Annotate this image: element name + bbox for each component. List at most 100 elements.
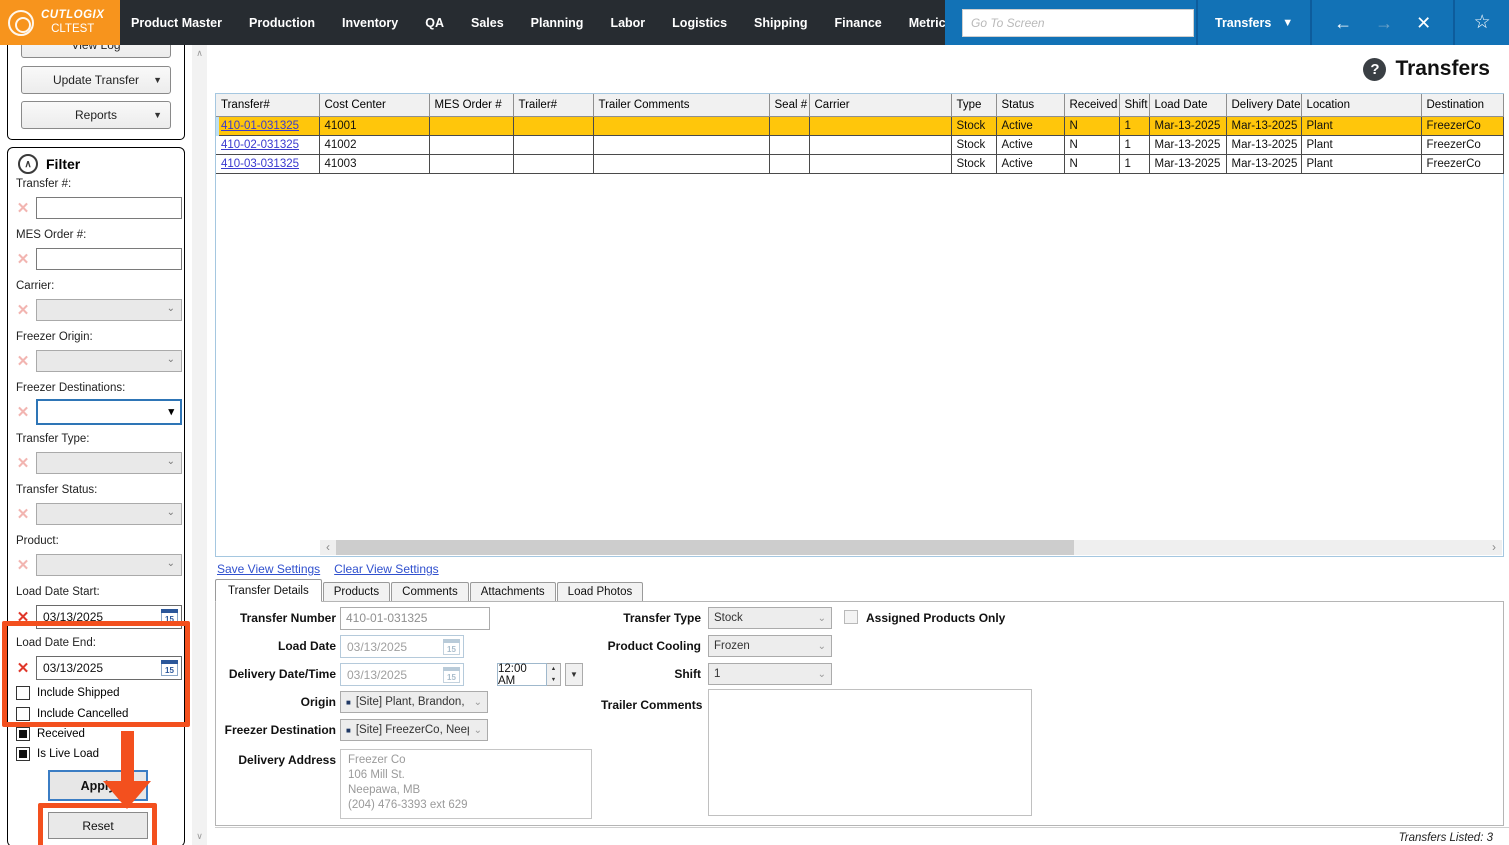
col-header[interactable]: Load Date <box>1148 94 1227 117</box>
col-header[interactable]: Seal # <box>768 94 810 117</box>
col-header[interactable]: Trailer Comments <box>592 94 770 117</box>
menu-finance[interactable]: Finance <box>835 16 882 30</box>
freezer-destination-dropdown[interactable]: ■ [Site] FreezerCo, Neep ⌄ <box>340 719 488 741</box>
time-dropdown-button[interactable]: ▼ <box>565 663 583 686</box>
received-checkbox[interactable] <box>16 727 30 741</box>
calendar-icon[interactable]: 15 <box>443 638 460 655</box>
product-cooling-dropdown[interactable]: Frozen ⌄ <box>708 635 832 657</box>
calendar-icon[interactable]: 15 <box>161 660 178 676</box>
delivery-time-field[interactable]: 12:00 AM <box>497 663 547 687</box>
update-transfer-button[interactable]: Update Transfer ▼ <box>21 66 171 94</box>
menu-logistics[interactable]: Logistics <box>672 16 727 30</box>
scroll-up-icon[interactable]: ∧ <box>192 48 207 59</box>
reset-button[interactable]: Reset <box>48 812 148 839</box>
table-row[interactable]: 410-03-031325 41003 Stock Active N 1 Mar… <box>216 153 1504 174</box>
transfer-link[interactable]: 410-03-031325 <box>221 158 299 170</box>
transfer-number-filter-input[interactable] <box>36 197 182 219</box>
view-log-button[interactable]: View Log <box>21 45 171 58</box>
clear-view-settings-link[interactable]: Clear View Settings <box>334 562 439 576</box>
load-date-start-input[interactable]: 03/13/2025 15 <box>36 605 182 629</box>
menu-production[interactable]: Production <box>249 16 315 30</box>
sidebar-scrollbar[interactable]: ∧ ∨ <box>192 45 207 845</box>
freezer-destinations-combobox[interactable]: ▾ <box>36 399 182 425</box>
menu-shipping[interactable]: Shipping <box>754 16 807 30</box>
screen-selector-dropdown[interactable]: Transfers ▼ <box>1198 0 1310 45</box>
delivery-date-field[interactable]: 03/13/2025 15 <box>340 663 464 686</box>
back-icon[interactable]: ← <box>1334 14 1352 32</box>
transfer-link[interactable]: 410-02-031325 <box>221 139 299 151</box>
collapse-icon[interactable]: ∧ <box>18 154 38 174</box>
col-header[interactable]: Cost Center <box>318 94 430 117</box>
clear-filter-icon[interactable]: ✕ <box>14 507 32 522</box>
table-row[interactable]: 410-02-031325 41002 Stock Active N 1 Mar… <box>216 134 1504 155</box>
table-row[interactable]: 410-01-031325 41001 Stock Active N 1 Mar… <box>216 115 1504 136</box>
product-filter-dropdown[interactable]: ⌄ <box>36 554 182 576</box>
col-header[interactable]: Received <box>1063 94 1120 117</box>
assigned-products-only-checkbox[interactable] <box>844 610 858 624</box>
clear-filter-icon[interactable]: ✕ <box>14 558 32 573</box>
spin-up-icon[interactable]: ▲ <box>547 664 560 675</box>
transfer-link[interactable]: 410-01-031325 <box>221 120 299 132</box>
apply-button[interactable]: Apply <box>48 770 148 801</box>
spin-down-icon[interactable]: ▼ <box>547 674 560 685</box>
include-cancelled-checkbox[interactable] <box>16 707 30 721</box>
transfer-status-filter-dropdown[interactable]: ⌄ <box>36 503 182 525</box>
horizontal-scrollbar[interactable]: ‹ › <box>320 540 1502 555</box>
save-view-settings-link[interactable]: Save View Settings <box>217 562 320 576</box>
menu-inventory[interactable]: Inventory <box>342 16 398 30</box>
col-header[interactable]: Transfer# <box>216 94 320 117</box>
calendar-icon[interactable]: 15 <box>161 609 178 625</box>
help-icon[interactable]: ? <box>1363 57 1387 81</box>
carrier-filter-dropdown[interactable]: ⌄ <box>36 299 182 321</box>
clear-filter-icon[interactable]: ✕ <box>14 405 32 420</box>
clear-filter-icon[interactable]: ✕ <box>14 354 32 369</box>
app-logo[interactable]: CUTLOGIX CLTEST <box>0 0 120 45</box>
col-header[interactable]: Location <box>1300 94 1422 117</box>
close-icon[interactable]: ✕ <box>1416 14 1431 32</box>
menu-product-master[interactable]: Product Master <box>131 16 222 30</box>
load-date-field[interactable]: 03/13/2025 15 <box>340 635 464 658</box>
tab-products[interactable]: Products <box>322 582 391 602</box>
col-header[interactable]: Trailer# <box>512 94 594 117</box>
go-to-screen-input[interactable] <box>962 8 1194 37</box>
trailer-comments-field[interactable] <box>708 689 1032 816</box>
menu-sales[interactable]: Sales <box>471 16 504 30</box>
tab-attachments[interactable]: Attachments <box>469 582 556 602</box>
col-header[interactable]: Shift <box>1118 94 1150 117</box>
delivery-address-field[interactable]: Freezer Co 106 Mill St. Neepawa, MB (204… <box>340 749 592 819</box>
clear-filter-icon[interactable]: ✕ <box>14 610 32 625</box>
transfer-type-filter-dropdown[interactable]: ⌄ <box>36 452 182 474</box>
col-header[interactable]: Status <box>995 94 1065 117</box>
origin-dropdown[interactable]: ■ [Site] Plant, Brandon, ⌄ <box>340 691 488 713</box>
include-shipped-checkbox[interactable] <box>16 686 30 700</box>
favorite-star-icon[interactable]: ☆ <box>1455 0 1509 45</box>
clear-filter-icon[interactable]: ✕ <box>14 456 32 471</box>
clear-filter-icon[interactable]: ✕ <box>14 303 32 318</box>
reports-button[interactable]: Reports ▼ <box>21 101 171 129</box>
transfer-type-dropdown[interactable]: Stock ⌄ <box>708 607 832 629</box>
forward-icon[interactable]: → <box>1375 14 1393 32</box>
menu-labor[interactable]: Labor <box>610 16 645 30</box>
col-header[interactable]: Destination <box>1420 94 1504 117</box>
transfer-number-field[interactable]: 410-01-031325 <box>340 607 490 630</box>
col-header[interactable]: Delivery Date <box>1225 94 1302 117</box>
clear-filter-icon[interactable]: ✕ <box>14 201 32 216</box>
clear-filter-icon[interactable]: ✕ <box>14 661 32 676</box>
scroll-left-icon[interactable]: ‹ <box>320 540 336 555</box>
clear-filter-icon[interactable]: ✕ <box>14 252 32 267</box>
calendar-icon[interactable]: 15 <box>443 666 460 683</box>
tab-comments[interactable]: Comments <box>391 582 469 602</box>
col-header[interactable]: Carrier <box>808 94 952 117</box>
col-header[interactable]: Type <box>950 94 997 117</box>
is-live-load-checkbox[interactable] <box>16 747 30 761</box>
time-spinner[interactable]: ▲ ▼ <box>547 663 561 686</box>
scroll-down-icon[interactable]: ∨ <box>192 831 207 842</box>
scrollbar-thumb[interactable] <box>336 540 1074 555</box>
shift-dropdown[interactable]: 1 ⌄ <box>708 663 832 685</box>
menu-planning[interactable]: Planning <box>531 16 584 30</box>
tab-load-photos[interactable]: Load Photos <box>556 582 644 602</box>
load-date-end-input[interactable]: 03/13/2025 15 <box>36 656 182 680</box>
freezer-origin-filter-dropdown[interactable]: ⌄ <box>36 350 182 372</box>
col-header[interactable]: MES Order # <box>428 94 514 117</box>
tab-transfer-details[interactable]: Transfer Details <box>215 579 322 602</box>
